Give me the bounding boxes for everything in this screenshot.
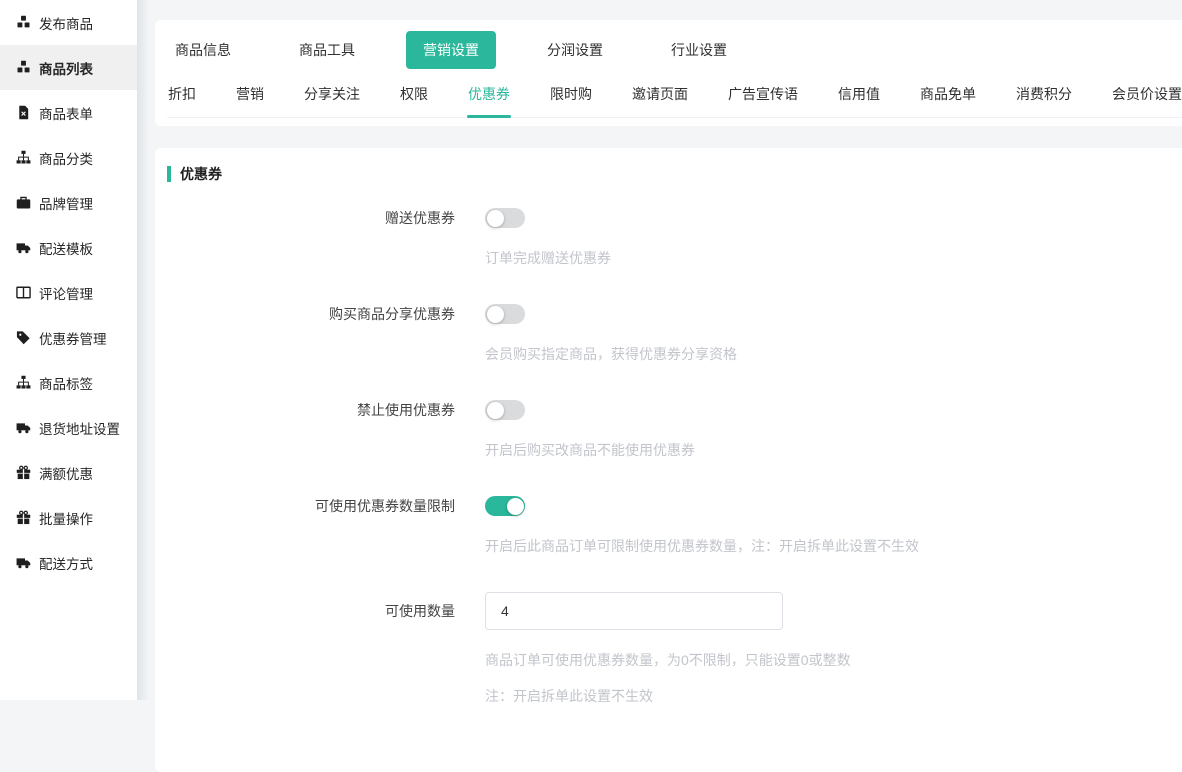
gift-icon (15, 510, 31, 526)
secondary-tab[interactable]: 优惠券 (467, 74, 511, 117)
secondary-tab[interactable]: 会员价设置 (1111, 74, 1182, 117)
columns-icon (15, 285, 31, 301)
secondary-tab[interactable]: 营销 (235, 74, 265, 117)
field-control (485, 208, 525, 228)
gift-coupon-toggle[interactable] (485, 208, 525, 228)
secondary-tabs: 折扣营销分享关注权限优惠券限时购邀请页面广告宣传语信用值商品免单消费积分会员价设… (167, 74, 1182, 118)
sidebar-item-label: 商品标签 (39, 373, 93, 393)
sidebar-item-label: 满额优惠 (39, 463, 93, 483)
sidebar-item-label: 配送方式 (39, 553, 93, 573)
toggle-knob (507, 498, 524, 515)
toggle-knob (487, 402, 504, 419)
sidebar-item-label: 商品分类 (39, 148, 93, 168)
sidebar-item[interactable]: 商品列表 (0, 45, 137, 90)
main-content: 商品信息商品工具营销设置分润设置行业设置 折扣营销分享关注权限优惠券限时购邀请页… (149, 0, 1182, 700)
sidebar-item[interactable]: 批量操作 (0, 495, 137, 540)
cubes-icon (15, 60, 31, 76)
field-help-text: 注：开启拆单此设置不生效 (485, 686, 1170, 706)
secondary-tab[interactable]: 折扣 (167, 74, 197, 117)
sidebar-item-label: 评论管理 (39, 283, 93, 303)
truck-icon (15, 420, 31, 436)
sidebar-item[interactable]: 商品标签 (0, 360, 137, 405)
sidebar-item-label: 发布商品 (39, 13, 93, 33)
field-help-text: 订单完成赠送优惠券 (485, 248, 1170, 268)
sidebar-item-label: 优惠券管理 (39, 328, 107, 348)
sidebar-item[interactable]: 优惠券管理 (0, 315, 137, 360)
gift-icon (15, 465, 31, 481)
primary-tab[interactable]: 行业设置 (671, 40, 727, 60)
field-control (485, 304, 525, 324)
field-control (485, 400, 525, 420)
secondary-tab[interactable]: 广告宣传语 (727, 74, 799, 117)
primary-tab[interactable]: 分润设置 (547, 40, 603, 60)
file-icon (15, 105, 31, 121)
sidebar-item[interactable]: 商品分类 (0, 135, 137, 180)
field-label: 可使用优惠券数量限制 (167, 496, 455, 516)
field-help-text: 商品订单可使用优惠券数量，为0不限制，只能设置0或整数 (485, 650, 1170, 670)
form-row: 赠送优惠券订单完成赠送优惠券 (167, 208, 1170, 268)
sidebar: 发布商品商品列表商品表单商品分类品牌管理配送模板评论管理优惠券管理商品标签退货地… (0, 0, 137, 700)
buy-share-coupon-toggle[interactable] (485, 304, 525, 324)
sidebar-item[interactable]: 商品表单 (0, 90, 137, 135)
sidebar-item[interactable]: 配送方式 (0, 540, 137, 585)
primary-tabs: 商品信息 商品工具 营销设置 分润设置 行业设置 (175, 30, 1182, 70)
field-help-text: 会员购买指定商品，获得优惠券分享资格 (485, 344, 1170, 364)
sidebar-item[interactable]: 品牌管理 (0, 180, 137, 225)
sidebar-menu: 发布商品商品列表商品表单商品分类品牌管理配送模板评论管理优惠券管理商品标签退货地… (0, 0, 137, 585)
field-label: 赠送优惠券 (167, 208, 455, 228)
primary-tab[interactable]: 商品工具 (299, 40, 355, 60)
sidebar-item[interactable]: 配送模板 (0, 225, 137, 270)
secondary-tab[interactable]: 分享关注 (303, 74, 361, 117)
sidebar-item-label: 品牌管理 (39, 193, 93, 213)
toggle-knob (487, 306, 504, 323)
toggle-knob (487, 210, 504, 227)
truck-icon (15, 555, 31, 571)
field-label: 禁止使用优惠券 (167, 400, 455, 420)
briefcase-icon (15, 195, 31, 211)
field-control (485, 592, 783, 630)
forbid-coupon-toggle[interactable] (485, 400, 525, 420)
form-row: 购买商品分享优惠券会员购买指定商品，获得优惠券分享资格 (167, 304, 1170, 364)
sidebar-item[interactable]: 退货地址设置 (0, 405, 137, 450)
tags-icon (15, 330, 31, 346)
usable-count-input[interactable] (485, 592, 783, 630)
sitemap-icon (15, 375, 31, 391)
secondary-tab[interactable]: 信用值 (837, 74, 881, 117)
form-row: 可使用数量商品订单可使用优惠券数量，为0不限制，只能设置0或整数注：开启拆单此设… (167, 592, 1170, 706)
coupon-form: 赠送优惠券订单完成赠送优惠券购买商品分享优惠券会员购买指定商品，获得优惠券分享资… (167, 208, 1170, 706)
sidebar-item-label: 商品表单 (39, 103, 93, 123)
section-title: 优惠券 (180, 164, 222, 184)
primary-tab[interactable]: 营销设置 (406, 31, 496, 69)
settings-card: 优惠券 赠送优惠券订单完成赠送优惠券购买商品分享优惠券会员购买指定商品，获得优惠… (155, 148, 1182, 772)
secondary-tab[interactable]: 邀请页面 (631, 74, 689, 117)
section-header: 优惠券 (167, 164, 1170, 184)
secondary-tab[interactable]: 消费积分 (1015, 74, 1073, 117)
secondary-tab[interactable]: 商品免单 (919, 74, 977, 117)
sidebar-item[interactable]: 评论管理 (0, 270, 137, 315)
sidebar-item-label: 批量操作 (39, 508, 93, 528)
sidebar-item-label: 商品列表 (39, 58, 93, 78)
field-help-text: 开启后购买改商品不能使用优惠券 (485, 440, 1170, 460)
sidebar-shadow-divider (137, 0, 149, 700)
tabs-card: 商品信息 商品工具 营销设置 分润设置 行业设置 折扣营销分享关注权限优惠券限时购邀请页… (155, 20, 1182, 126)
form-row: 可使用优惠券数量限制开启后此商品订单可限制使用优惠券数量，注：开启拆单此设置不生… (167, 496, 1170, 556)
form-row: 禁止使用优惠券开启后购买改商品不能使用优惠券 (167, 400, 1170, 460)
cubes-icon (15, 15, 31, 31)
field-label: 可使用数量 (167, 601, 455, 621)
primary-tab[interactable]: 商品信息 (175, 40, 231, 60)
field-label: 购买商品分享优惠券 (167, 304, 455, 324)
usable-coupon-limit-toggle[interactable] (485, 496, 525, 516)
section-accent-bar (167, 166, 171, 182)
secondary-tab[interactable]: 权限 (399, 74, 429, 117)
field-help-text: 开启后此商品订单可限制使用优惠券数量，注：开启拆单此设置不生效 (485, 536, 1170, 556)
truck-icon (15, 240, 31, 256)
sidebar-item-label: 退货地址设置 (39, 418, 120, 438)
sidebar-item[interactable]: 满额优惠 (0, 450, 137, 495)
sitemap-icon (15, 150, 31, 166)
sidebar-item[interactable]: 发布商品 (0, 0, 137, 45)
secondary-tab[interactable]: 限时购 (549, 74, 593, 117)
field-control (485, 496, 525, 516)
sidebar-item-label: 配送模板 (39, 238, 93, 258)
